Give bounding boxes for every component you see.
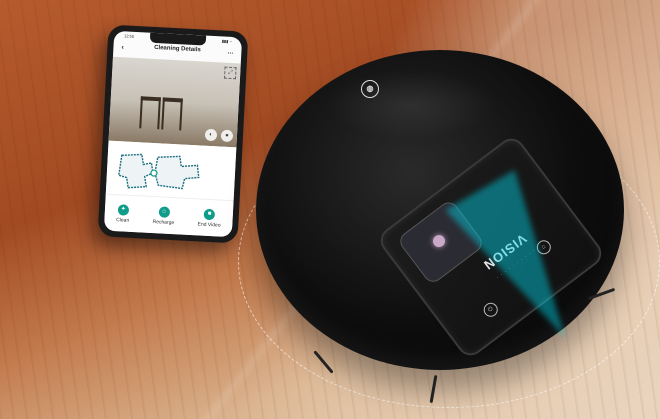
recharge-label: Recharge [152, 218, 175, 226]
live-camera-view: ⤢ ◐ ● [108, 56, 241, 148]
page-title: Cleaning Details [153, 44, 201, 54]
recharge-icon: ⌂ [158, 205, 170, 218]
record-icon[interactable]: ● [220, 129, 234, 143]
recharge-button[interactable]: ⌂ Recharge [152, 205, 175, 226]
status-time: 12:50 [123, 33, 135, 39]
phone-notch [149, 32, 207, 46]
end-video-label: End Video [197, 220, 221, 229]
back-arrow-icon[interactable]: ‹ [121, 44, 124, 51]
product-photo: 12:50 ▮▮▮ ◔ ‹ Cleaning Details ⋯ ⤢ ◐ ● ✦… [0, 0, 660, 419]
action-bar: ✦ Clean ⌂ Recharge ■ End Video [103, 193, 234, 238]
brand-logo-icon: ◍ [361, 80, 379, 98]
phone-screen: 12:50 ▮▮▮ ◔ ‹ Cleaning Details ⋯ ⤢ ◐ ● ✦… [103, 30, 243, 238]
clean-icon: ✦ [117, 203, 129, 216]
smartphone: 12:50 ▮▮▮ ◔ ‹ Cleaning Details ⋯ ⤢ ◐ ● ✦… [97, 24, 249, 244]
map-drawing [117, 153, 200, 190]
end-video-icon: ■ [203, 208, 216, 220]
mute-icon[interactable]: ◐ [204, 128, 218, 142]
end-video-button[interactable]: ■ End Video [197, 208, 221, 228]
power-button-icon[interactable]: ⏻ [480, 299, 501, 320]
share-icon[interactable]: ⋯ [227, 50, 233, 57]
camera-lens [430, 232, 448, 250]
fullscreen-icon[interactable]: ⤢ [223, 66, 237, 80]
clean-label: Clean [115, 216, 130, 224]
chair-image [139, 96, 161, 130]
clean-button[interactable]: ✦ Clean [115, 203, 130, 224]
chair-image [161, 97, 183, 131]
status-icons: ▮▮▮ ◔ [221, 38, 233, 44]
cleaning-map[interactable] [105, 140, 237, 202]
robot-reflection [326, 70, 496, 140]
